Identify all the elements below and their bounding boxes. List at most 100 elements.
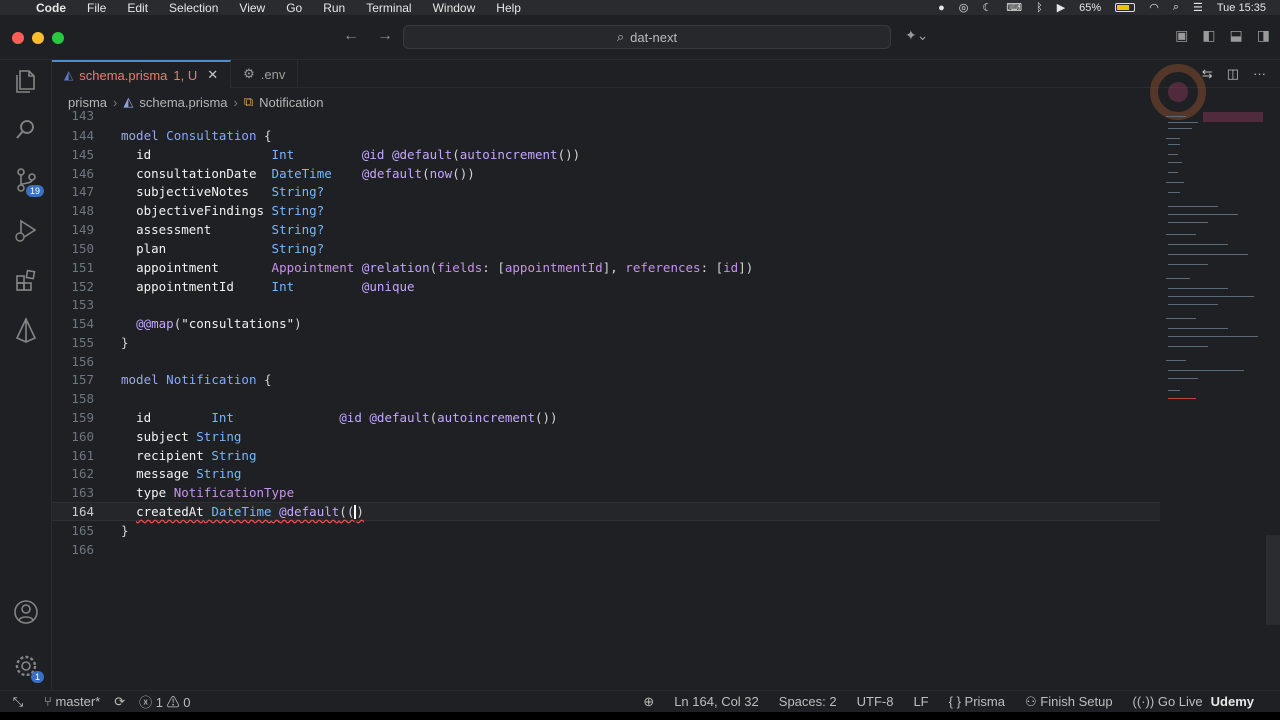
back-arrow-icon[interactable]: ← bbox=[343, 27, 359, 45]
go-live[interactable]: ((·)) Go Live bbox=[1133, 694, 1203, 709]
code-line: 158 bbox=[52, 389, 1160, 408]
spotlight-search-icon[interactable]: ⌕ bbox=[1173, 1, 1179, 14]
close-window-button[interactable] bbox=[12, 32, 24, 44]
line-text: plan String? bbox=[136, 240, 325, 256]
settings-update-badge: 1 bbox=[30, 671, 44, 683]
line-number: 156 bbox=[71, 353, 94, 369]
end-of-line[interactable]: LF bbox=[913, 694, 928, 709]
line-number: 144 bbox=[71, 127, 94, 143]
airdrop-icon[interactable]: ◎ bbox=[959, 1, 969, 14]
code-line: 159 id Int @id @default(autoincrement()) bbox=[52, 408, 1160, 427]
status-bar: ⤡ ⑂ master* ⟳ ⓧ 1 ⚠ 0 ⊕ Ln 164, Col 32 S… bbox=[0, 690, 1280, 712]
branch-icon: ⑂ bbox=[44, 694, 52, 709]
line-text: assessment String? bbox=[136, 221, 325, 237]
line-number: 149 bbox=[71, 221, 94, 237]
code-line: 157 model Notification { bbox=[52, 370, 1160, 389]
sync-icon[interactable]: ⟳ bbox=[114, 694, 125, 710]
branch-label: master* bbox=[55, 694, 101, 709]
menu-run[interactable]: Run bbox=[323, 1, 345, 15]
line-text: appointmentId Int @unique bbox=[136, 278, 415, 294]
editor-scrollbar[interactable] bbox=[1266, 535, 1280, 625]
code-line-current: 164 createdAt DateTime @default(() bbox=[52, 502, 1160, 521]
line-text: createdAt DateTime @default(() bbox=[136, 503, 364, 520]
manage-gear-icon[interactable]: 1 bbox=[12, 652, 44, 683]
code-line: 154 @@map("consultations") bbox=[52, 314, 1160, 333]
toggle-secondary-sidebar-icon[interactable]: ◨ bbox=[1257, 27, 1270, 44]
indentation[interactable]: Spaces: 2 bbox=[779, 694, 837, 709]
extensions-icon[interactable] bbox=[12, 266, 40, 294]
command-center-search[interactable]: ⌕ dat-next bbox=[403, 25, 891, 49]
code-line: 153 bbox=[52, 295, 1160, 314]
line-number: 166 bbox=[71, 541, 94, 557]
language-mode[interactable]: { } Prisma bbox=[949, 694, 1005, 709]
workspace-name: dat-next bbox=[630, 29, 678, 45]
error-icon: ⓧ bbox=[139, 695, 153, 710]
play-icon[interactable]: ▶ bbox=[1057, 1, 1065, 14]
line-number: 164 bbox=[71, 503, 94, 519]
line-number: 158 bbox=[71, 390, 94, 406]
minimize-window-button[interactable] bbox=[32, 32, 44, 44]
menu-window[interactable]: Window bbox=[433, 1, 476, 15]
menu-view[interactable]: View bbox=[239, 1, 265, 15]
minimap[interactable] bbox=[1164, 114, 1264, 414]
battery-icon[interactable] bbox=[1115, 3, 1136, 12]
keyboard-icon[interactable]: ⌨ bbox=[1006, 1, 1022, 14]
toggle-primary-sidebar-icon[interactable]: ◧ bbox=[1202, 27, 1215, 44]
line-number: 143 bbox=[71, 107, 94, 123]
line-number: 147 bbox=[71, 183, 94, 199]
code-line: 149 assessment String? bbox=[52, 220, 1160, 239]
zoom-icon[interactable]: ⊕ bbox=[643, 694, 654, 710]
line-text: subjectiveNotes String? bbox=[136, 183, 325, 199]
close-tab-icon[interactable]: ✕ bbox=[207, 67, 218, 83]
code-line: 155} bbox=[52, 333, 1160, 352]
line-text: } bbox=[121, 334, 129, 350]
remote-indicator-icon[interactable]: ⤡ bbox=[0, 691, 36, 713]
code-line: 143 bbox=[52, 106, 1160, 125]
bluetooth-icon[interactable]: ᛒ bbox=[1036, 2, 1043, 14]
search-icon: ⌕ bbox=[616, 29, 625, 44]
tab-schema-prisma[interactable]: ◭ schema.prisma 1, U ✕ bbox=[52, 60, 232, 88]
editor-tabs: ◭ schema.prisma 1, U ✕ ⚙ .env ⇆ ◫ ··· bbox=[52, 60, 1280, 88]
tab-env[interactable]: ⚙ .env bbox=[231, 60, 299, 88]
explorer-icon[interactable] bbox=[12, 66, 40, 94]
encoding[interactable]: UTF-8 bbox=[857, 694, 894, 709]
customize-layout-icon[interactable]: ▣ bbox=[1175, 27, 1188, 44]
search-icon[interactable] bbox=[12, 116, 40, 144]
menu-selection[interactable]: Selection bbox=[169, 1, 218, 15]
problems-indicator[interactable]: ⓧ 1 ⚠ 0 bbox=[139, 692, 190, 711]
source-control-icon[interactable]: 19 bbox=[12, 166, 44, 197]
control-center-icon[interactable]: ☰ bbox=[1193, 1, 1203, 14]
run-debug-icon[interactable] bbox=[12, 216, 40, 244]
window-titlebar: ← → ⌕ dat-next ✦⌄ ▣ ◧ ⬓ ◨ bbox=[0, 15, 1280, 60]
code-line: 151 appointment Appointment @relation(fi… bbox=[52, 258, 1160, 277]
language-label: Prisma bbox=[964, 694, 1005, 709]
env-file-gear-icon: ⚙ bbox=[243, 66, 255, 81]
menu-help[interactable]: Help bbox=[496, 1, 521, 15]
finish-setup[interactable]: ⚇ Finish Setup bbox=[1025, 694, 1113, 710]
code-line: 162 message String bbox=[52, 464, 1160, 483]
setup-icon: ⚇ bbox=[1025, 693, 1037, 709]
cursor-position[interactable]: Ln 164, Col 32 bbox=[674, 694, 759, 709]
clock[interactable]: Tue 15:35 bbox=[1217, 2, 1266, 14]
battery-percent: 65% bbox=[1079, 1, 1102, 14]
menu-file[interactable]: File bbox=[87, 1, 106, 15]
line-number: 150 bbox=[71, 240, 94, 256]
code-line: 163 type NotificationType bbox=[52, 483, 1160, 502]
line-text: consultationDate DateTime @default(now()… bbox=[136, 165, 475, 181]
menu-terminal[interactable]: Terminal bbox=[366, 1, 411, 15]
menu-app-name[interactable]: Code bbox=[36, 1, 66, 15]
record-icon[interactable]: ● bbox=[938, 2, 945, 14]
focus-moon-icon[interactable]: ☾ bbox=[982, 1, 992, 14]
forward-arrow-icon[interactable]: → bbox=[377, 27, 393, 45]
toggle-panel-icon[interactable]: ⬓ bbox=[1230, 27, 1243, 44]
prisma-icon[interactable] bbox=[12, 316, 40, 344]
git-branch[interactable]: ⑂ master* bbox=[44, 694, 100, 709]
accounts-icon[interactable] bbox=[12, 598, 40, 626]
zoom-window-button[interactable] bbox=[52, 32, 64, 44]
menu-edit[interactable]: Edit bbox=[127, 1, 148, 15]
copilot-icon[interactable]: ✦⌄ bbox=[905, 27, 928, 44]
menu-go[interactable]: Go bbox=[286, 1, 302, 15]
activity-bar: 19 1 bbox=[0, 60, 52, 690]
code-editor[interactable]: 143 144 model Consultation { 145 id Int @… bbox=[52, 108, 1162, 690]
wifi-icon[interactable]: ◠ bbox=[1149, 1, 1159, 14]
